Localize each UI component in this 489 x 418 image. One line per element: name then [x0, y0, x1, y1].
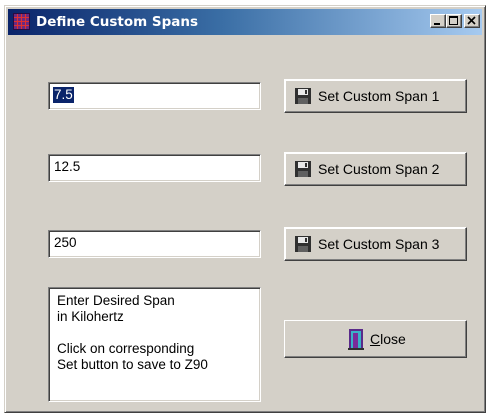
span-1-input[interactable]: 7.5	[48, 82, 261, 110]
span-2-input[interactable]: 12.5	[48, 154, 261, 182]
instruction-line: Set button to save to Z90	[57, 357, 208, 372]
close-window-button[interactable]	[464, 14, 480, 28]
set-custom-span-1-label: Set Custom Span 1	[318, 88, 440, 104]
instruction-line: in Kilohertz	[57, 309, 124, 324]
maximize-button[interactable]	[446, 14, 462, 28]
span-2-value: 12.5	[54, 159, 81, 174]
set-custom-span-3-button[interactable]: Set Custom Span 3	[284, 227, 467, 261]
window-title: Define Custom Spans	[36, 14, 199, 30]
floppy-disk-icon	[295, 236, 311, 252]
instructions-memo[interactable]: Enter Desired Span in Kilohertz Click on…	[48, 287, 261, 402]
minimize-button[interactable]	[430, 14, 446, 28]
dialog-window: Define Custom Spans 7.5 Set Custom Span …	[4, 5, 486, 413]
close-x-icon	[467, 16, 476, 25]
grid-icon	[13, 13, 30, 30]
close-label-rest: lose	[380, 331, 406, 347]
close-label: Close	[370, 321, 406, 357]
title-bar[interactable]: Define Custom Spans	[8, 9, 482, 35]
span-3-input[interactable]: 250	[48, 230, 261, 258]
door-exit-icon	[348, 329, 364, 350]
instruction-line: Enter Desired Span	[57, 293, 175, 308]
set-custom-span-1-button[interactable]: Set Custom Span 1	[284, 79, 467, 113]
set-custom-span-2-label: Set Custom Span 2	[318, 161, 440, 177]
close-button[interactable]: Close	[284, 320, 467, 358]
minimize-icon	[434, 23, 440, 25]
set-custom-span-3-label: Set Custom Span 3	[318, 236, 440, 252]
close-mnemonic: C	[370, 331, 381, 347]
floppy-disk-icon	[295, 88, 311, 104]
span-1-value: 7.5	[53, 87, 74, 103]
set-custom-span-2-button[interactable]: Set Custom Span 2	[284, 152, 467, 186]
floppy-disk-icon	[295, 161, 311, 177]
maximize-icon	[449, 16, 458, 25]
instruction-line	[57, 325, 252, 341]
span-3-value: 250	[54, 235, 77, 250]
instruction-line: Click on corresponding	[57, 341, 195, 356]
